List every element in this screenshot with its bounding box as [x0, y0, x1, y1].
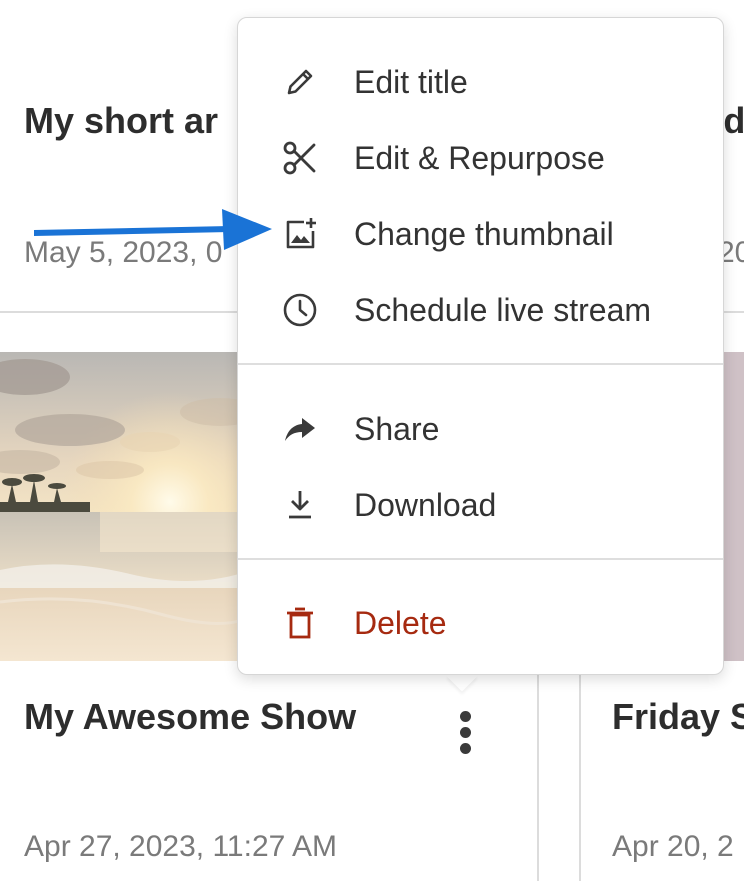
- kebab-dot-icon: [460, 727, 471, 738]
- video-title: My Awesome Show: [24, 696, 357, 737]
- video-date: Apr 27, 2023, 11:27 AM: [24, 830, 337, 863]
- kebab-dot-icon: [460, 743, 471, 754]
- video-thumbnail-beach[interactable]: [0, 352, 260, 661]
- menu-item-download[interactable]: Download: [238, 473, 723, 535]
- menu-item-label: Edit title: [354, 64, 468, 100]
- menu-item-change-thumbnail[interactable]: Change thumbnail: [238, 202, 723, 264]
- menu-item-delete[interactable]: Delete: [238, 591, 723, 653]
- download-icon: [289, 491, 311, 519]
- menu-item-edit-repurpose[interactable]: Edit & Repurpose: [238, 126, 723, 188]
- video-title: Friday S: [612, 696, 744, 737]
- more-options-button[interactable]: [452, 709, 480, 755]
- clock-icon: [283, 293, 317, 327]
- trash-icon: [287, 607, 313, 639]
- menu-item-label: Schedule live stream: [354, 292, 652, 328]
- menu-item-label: Share: [354, 411, 440, 447]
- menu-divider: [238, 558, 723, 560]
- menu-item-label: Edit & Repurpose: [354, 140, 605, 176]
- kebab-dot-icon: [460, 711, 471, 722]
- menu-item-label: Change thumbnail: [354, 216, 614, 252]
- video-thumbnail-right[interactable]: [724, 352, 744, 661]
- menu-divider: [238, 363, 723, 365]
- image-add-icon: [286, 218, 316, 249]
- menu-item-label: Download: [354, 487, 497, 523]
- pencil-icon: [287, 69, 313, 95]
- menu-item-schedule-live-stream[interactable]: Schedule live stream: [238, 278, 723, 340]
- video-title: My short ar: [24, 100, 219, 141]
- video-options-menu: Edit title Edit & Repurpose Change thumb…: [237, 17, 724, 675]
- menu-item-edit-title[interactable]: Edit title: [238, 50, 723, 112]
- menu-item-label: Delete: [354, 605, 447, 641]
- video-date: Apr 20, 2: [612, 830, 734, 863]
- card-divider: [537, 661, 539, 881]
- scissors-icon: [283, 141, 316, 175]
- card-divider: [579, 661, 581, 881]
- share-arrow-icon: [285, 418, 315, 441]
- menu-item-share[interactable]: Share: [238, 397, 723, 459]
- video-date: May 5, 2023, 0: [24, 236, 223, 269]
